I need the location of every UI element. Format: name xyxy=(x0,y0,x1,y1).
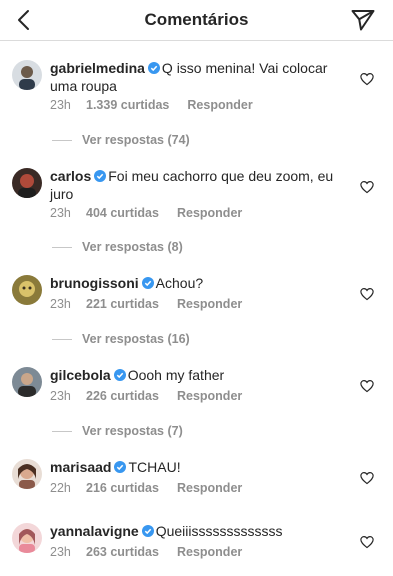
reply-button[interactable]: Responder xyxy=(177,206,242,220)
comment-body: yannalavigne Queiiisssssssssssss xyxy=(50,522,350,540)
avatar[interactable] xyxy=(12,367,42,397)
heart-icon[interactable] xyxy=(360,535,374,549)
comment-body: brunogissoni Achou? xyxy=(50,274,350,292)
comment-username[interactable]: yannalavigne xyxy=(50,523,139,539)
verified-badge-icon xyxy=(114,461,127,473)
comment-body: gabrielmedina Q isso menina! Vai colocar … xyxy=(50,59,350,95)
view-replies-label: Ver respostas (74) xyxy=(82,133,190,147)
verified-badge-icon xyxy=(141,277,154,289)
comment-likes[interactable]: 221 curtidas xyxy=(86,297,159,311)
comment-text: TCHAU! xyxy=(128,459,181,475)
comment-body: gilcebola Oooh my father xyxy=(50,366,350,384)
comment-meta: 23h 404 curtidas Responder xyxy=(50,206,242,220)
avatar[interactable] xyxy=(12,459,42,489)
comment-body: marisaad TCHAU! xyxy=(50,458,350,476)
verified-badge-icon xyxy=(147,62,160,74)
page-title: Comentários xyxy=(144,10,249,29)
heart-icon[interactable] xyxy=(360,287,374,301)
share-button[interactable] xyxy=(349,6,377,34)
comment-time: 22h xyxy=(50,481,71,495)
comment-likes[interactable]: 216 curtidas xyxy=(86,481,159,495)
reply-button[interactable]: Responder xyxy=(177,481,242,495)
comment-text: Queiiisssssssssssss xyxy=(155,523,283,539)
view-replies-label: Ver respostas (8) xyxy=(82,240,183,254)
reply-button[interactable]: Responder xyxy=(177,297,242,311)
verified-badge-icon xyxy=(94,170,107,182)
comment-time: 23h xyxy=(50,206,71,220)
avatar[interactable] xyxy=(12,168,42,198)
view-replies-button[interactable]: Ver respostas (16) xyxy=(52,332,190,346)
comment-time: 23h xyxy=(50,545,71,559)
heart-icon[interactable] xyxy=(360,471,374,485)
view-replies-button[interactable]: Ver respostas (74) xyxy=(52,133,190,147)
avatar[interactable] xyxy=(12,275,42,305)
reply-button[interactable]: Responder xyxy=(177,389,242,403)
avatar[interactable] xyxy=(12,60,42,90)
comment-time: 23h xyxy=(50,98,71,112)
comment-text: Foi meu cachorro que deu zoom, eu juro xyxy=(50,168,334,202)
comment-time: 23h xyxy=(50,297,71,311)
view-replies-label: Ver respostas (7) xyxy=(82,424,183,438)
heart-icon[interactable] xyxy=(360,180,374,194)
comment-likes[interactable]: 226 curtidas xyxy=(86,389,159,403)
comment-meta: 23h 226 curtidas Responder xyxy=(50,389,242,403)
top-bar: Comentários xyxy=(0,0,393,41)
comment-body: carlos Foi meu cachorro que deu zoom, eu … xyxy=(50,167,350,203)
view-replies-label: Ver respostas (16) xyxy=(82,332,190,346)
comment-time: 23h xyxy=(50,389,71,403)
comment-username[interactable]: gabrielmedina xyxy=(50,60,145,76)
comment-likes[interactable]: 263 curtidas xyxy=(86,545,159,559)
comment-likes[interactable]: 1.339 curtidas xyxy=(86,98,169,112)
view-replies-button[interactable]: Ver respostas (7) xyxy=(52,424,183,438)
heart-icon[interactable] xyxy=(360,72,374,86)
comment-meta: 22h 216 curtidas Responder xyxy=(50,481,242,495)
comment-likes[interactable]: 404 curtidas xyxy=(86,206,159,220)
comment-username[interactable]: gilcebola xyxy=(50,367,111,383)
view-replies-button[interactable]: Ver respostas (8) xyxy=(52,240,183,254)
comment-username[interactable]: carlos xyxy=(50,168,91,184)
avatar[interactable] xyxy=(12,523,42,553)
reply-button[interactable]: Responder xyxy=(177,545,242,559)
comment-text: Achou? xyxy=(155,275,204,291)
replies-divider xyxy=(52,246,72,248)
verified-badge-icon xyxy=(113,369,126,381)
replies-divider xyxy=(52,139,72,141)
comment-username[interactable]: brunogissoni xyxy=(50,275,139,291)
paper-plane-icon xyxy=(351,10,375,31)
reply-button[interactable]: Responder xyxy=(187,98,252,112)
comment-meta: 23h 1.339 curtidas Responder xyxy=(50,98,253,112)
heart-icon[interactable] xyxy=(360,379,374,393)
comment-text: Oooh my father xyxy=(127,367,225,383)
comment-meta: 23h 263 curtidas Responder xyxy=(50,545,242,559)
replies-divider xyxy=(52,338,72,340)
comment-username[interactable]: marisaad xyxy=(50,459,111,475)
replies-divider xyxy=(52,430,72,432)
verified-badge-icon xyxy=(141,525,154,537)
comment-meta: 23h 221 curtidas Responder xyxy=(50,297,242,311)
